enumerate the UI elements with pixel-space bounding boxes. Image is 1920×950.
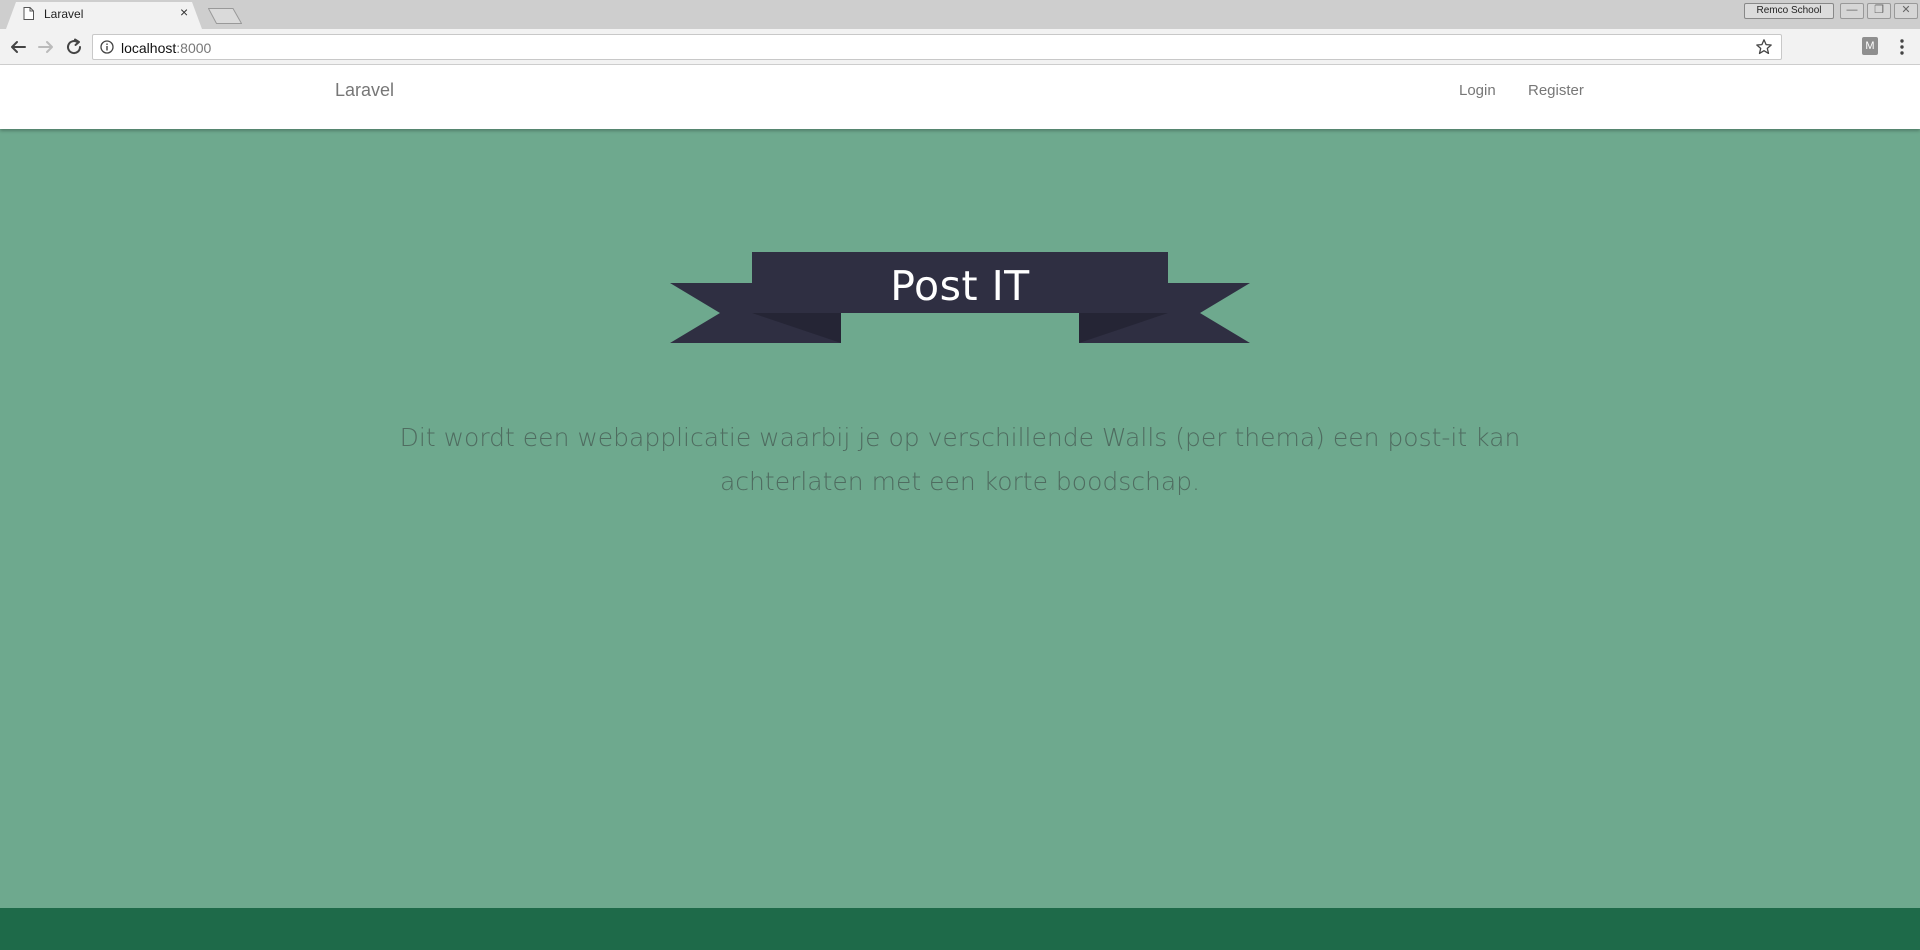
register-link[interactable]: Register (1528, 82, 1584, 99)
close-icon[interactable]: × (180, 5, 188, 19)
menu-icon[interactable] (1896, 37, 1908, 57)
reload-icon[interactable] (62, 35, 86, 59)
restore-button[interactable]: ❐ (1867, 3, 1891, 19)
extension-icon[interactable]: M (1862, 37, 1878, 55)
forward-arrow-icon[interactable] (34, 35, 58, 59)
intro-text: Dit wordt een webapplicatie waarbij je o… (399, 423, 1521, 496)
browser-tab[interactable] (6, 2, 202, 29)
tab-title: Laravel (44, 7, 84, 21)
window-close-button[interactable]: ✕ (1894, 3, 1918, 19)
new-tab-button[interactable] (208, 8, 242, 24)
address-bar[interactable]: localhost:8000 (92, 34, 1782, 60)
profile-button[interactable]: Remco School (1744, 3, 1834, 19)
star-icon[interactable] (1755, 38, 1773, 56)
page-icon (23, 7, 34, 20)
main-content: Post IT Dit wordt een webapplicatie waar… (0, 130, 1920, 908)
browser-tab-strip: Laravel × Remco School — ❐ ✕ (0, 0, 1920, 29)
site-navbar: Laravel Login Register (0, 65, 1920, 129)
info-icon[interactable] (100, 40, 114, 54)
browser-toolbar: localhost:8000 M (0, 29, 1920, 65)
page-footer (0, 908, 1920, 950)
brand-link[interactable]: Laravel (335, 80, 394, 101)
ribbon-title: Post IT (890, 262, 1030, 310)
back-arrow-icon[interactable] (6, 35, 30, 59)
minimize-button[interactable]: — (1840, 3, 1864, 19)
url-text[interactable]: localhost:8000 (121, 40, 211, 56)
login-link[interactable]: Login (1459, 82, 1496, 99)
